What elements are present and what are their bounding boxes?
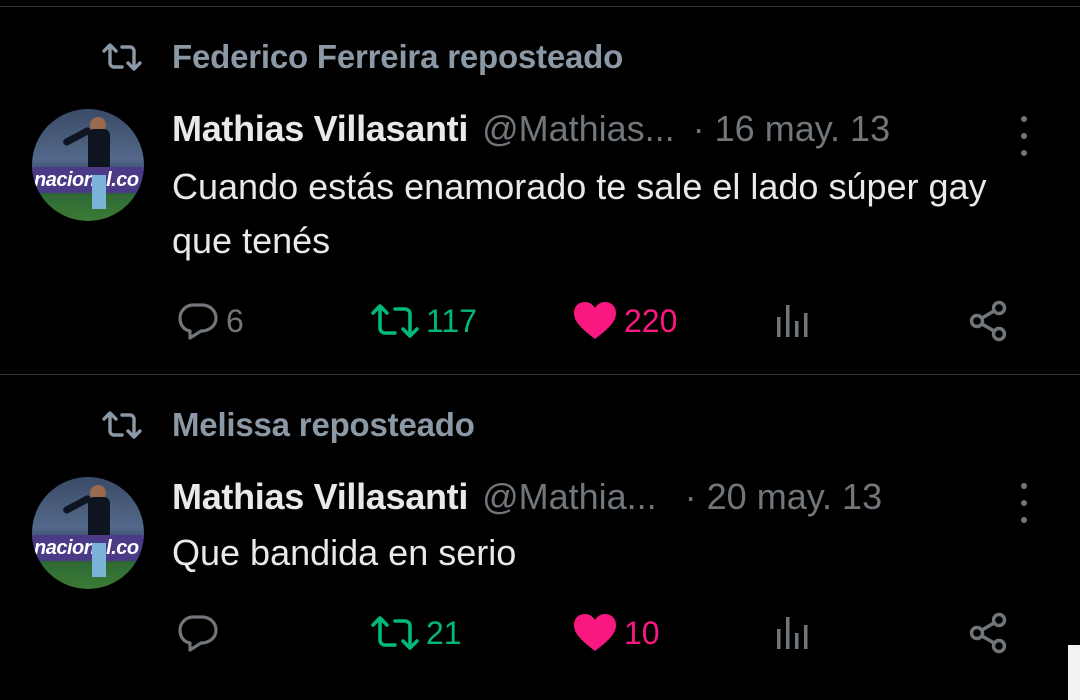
avatar-text: nacional.co [34, 537, 139, 559]
reply-button[interactable] [176, 608, 226, 658]
share-button[interactable] [968, 296, 1010, 346]
heart-icon [574, 614, 616, 651]
heart-icon [574, 302, 616, 339]
tweet-header: Mathias Villasanti @Mathia... · 20 may. … [172, 476, 882, 518]
tweet-date[interactable]: · 16 may. 13 [693, 108, 890, 150]
repost-context: Federico Ferreira reposteado [100, 35, 623, 79]
tweet-text: Que bandida en serio [172, 532, 517, 573]
tweet-text: Cuando estás enamorado te sale el lado s… [172, 166, 987, 261]
bar-chart-icon [777, 617, 808, 649]
like-count: 10 [624, 614, 660, 651]
share-icon [969, 612, 1007, 654]
share-button[interactable] [968, 608, 1010, 658]
share-icon [969, 300, 1007, 342]
more-icon[interactable] [1014, 483, 1034, 523]
reply-count: 6 [226, 302, 244, 339]
views-button[interactable] [773, 608, 813, 658]
reply-icon [178, 303, 218, 340]
author-handle[interactable]: @Mathias... [482, 108, 675, 150]
repost-count: 117 [426, 302, 478, 339]
repost-label[interactable]: Federico Ferreira reposteado [172, 38, 623, 76]
scrollbar-thumb[interactable] [1068, 645, 1080, 700]
reply-icon [178, 615, 218, 652]
repost-button[interactable]: 21 [370, 608, 462, 658]
repost-context: Melissa reposteado [100, 403, 475, 447]
tweet-actions: 21 10 [0, 608, 1080, 658]
repost-icon [100, 42, 144, 72]
repost-label[interactable]: Melissa reposteado [172, 406, 475, 444]
author-name[interactable]: Mathias Villasanti [172, 476, 468, 518]
repost-icon [371, 616, 419, 650]
repost-icon [100, 410, 144, 440]
avatar[interactable]: nacional.co [32, 109, 144, 221]
avatar[interactable]: nacional.co [32, 477, 144, 589]
tweet-card[interactable]: Melissa reposteado nacional.co Mathias V… [0, 375, 1080, 700]
author-handle[interactable]: @Mathia... [482, 476, 657, 518]
like-button[interactable]: 10 [572, 608, 660, 658]
like-count: 220 [624, 302, 678, 339]
repost-icon [371, 304, 419, 338]
tweet-actions: 6 117 220 [0, 296, 1080, 346]
reply-button[interactable]: 6 [176, 296, 244, 346]
views-button[interactable] [773, 296, 813, 346]
author-name[interactable]: Mathias Villasanti [172, 108, 468, 150]
tweet-card[interactable]: Federico Ferreira reposteado nacional.co… [0, 0, 1080, 375]
like-button[interactable]: 220 [572, 296, 677, 346]
repost-count: 21 [426, 614, 462, 651]
tweet-date[interactable]: · 20 may. 13 [685, 476, 882, 518]
avatar-text: nacional.co [34, 169, 139, 191]
more-icon[interactable] [1014, 116, 1034, 156]
tweet-header: Mathias Villasanti @Mathias... · 16 may.… [172, 108, 890, 150]
bar-chart-icon [777, 305, 808, 337]
repost-button[interactable]: 117 [370, 296, 477, 346]
